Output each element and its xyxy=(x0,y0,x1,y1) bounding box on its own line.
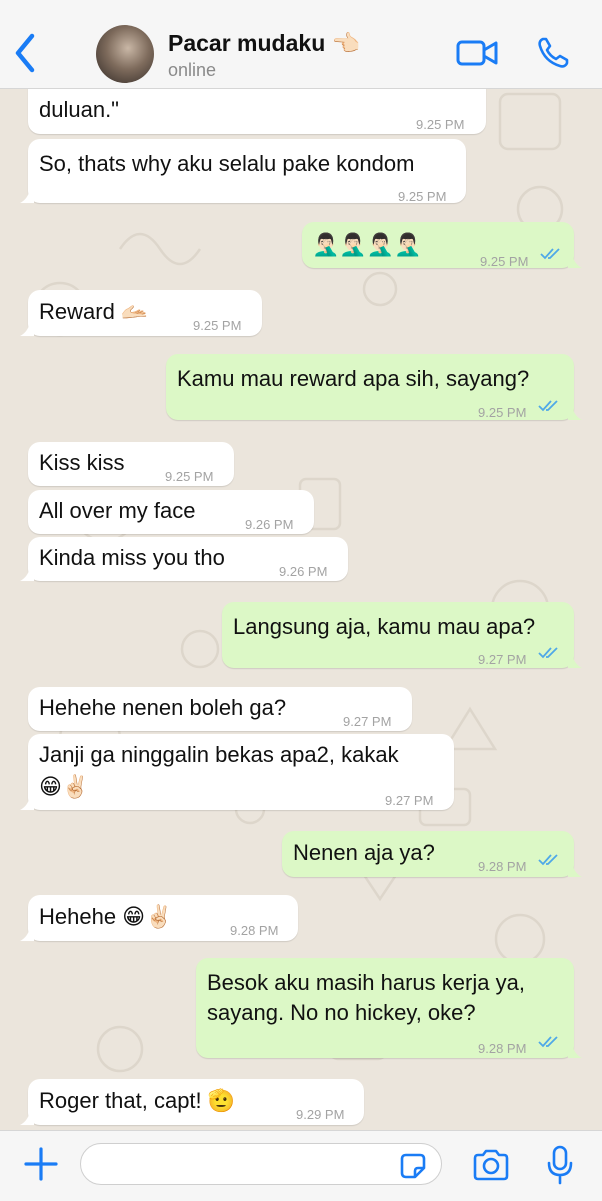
outgoing-message[interactable]: Besok aku masih harus kerja ya, sayang. … xyxy=(196,958,582,1058)
message-time: 9.27 PM xyxy=(385,793,434,808)
bubble-tail xyxy=(568,254,582,268)
message-list[interactable]: duluan." 9.25 PM So, thats why aku selal… xyxy=(0,89,602,1130)
message-time: 9.27 PM xyxy=(478,652,527,667)
message-text: 🤦🏻‍♂️🤦🏻‍♂️🤦🏻‍♂️🤦🏻‍♂️ xyxy=(312,232,422,257)
outgoing-message[interactable]: Langsung aja, kamu mau apa? 9.27 PM xyxy=(222,602,582,668)
message-time: 9.26 PM xyxy=(279,564,328,579)
incoming-message[interactable]: Hehehe nenen boleh ga? 9.27 PM xyxy=(28,687,412,731)
incoming-message[interactable]: Reward 🫴🏻 9.25 PM xyxy=(20,290,262,336)
bubble-tail xyxy=(20,927,34,941)
plus-icon[interactable] xyxy=(22,1145,60,1183)
double-check-icon xyxy=(540,248,560,260)
message-text-line1: Besok aku masih harus kerja ya, xyxy=(207,970,525,995)
back-chevron-icon[interactable] xyxy=(10,30,40,76)
incoming-message[interactable]: duluan." 9.25 PM xyxy=(28,89,486,134)
message-text-line2: 😁✌🏻 xyxy=(39,774,90,799)
message-text-line2: sayang. No no hickey, oke? xyxy=(207,1000,476,1025)
message-time: 9.28 PM xyxy=(230,923,279,938)
sticker-icon[interactable] xyxy=(398,1151,428,1181)
message-text: Langsung aja, kamu mau apa? xyxy=(233,614,536,639)
video-call-icon[interactable] xyxy=(456,38,498,68)
incoming-message[interactable]: All over my face 9.26 PM xyxy=(28,490,314,534)
message-time: 9.25 PM xyxy=(165,469,214,484)
message-text: So, thats why aku selalu pake kondom xyxy=(39,151,415,176)
bubble-tail xyxy=(568,406,582,420)
contact-name[interactable]: Pacar mudaku 👈🏻 xyxy=(168,30,360,57)
bubble-tail xyxy=(568,863,582,877)
phone-icon[interactable] xyxy=(536,36,570,70)
incoming-message[interactable]: Hehehe 😁✌🏻 9.28 PM xyxy=(20,895,298,941)
message-text: Nenen aja ya? xyxy=(293,840,435,865)
message-text: Kiss kiss xyxy=(39,450,125,475)
composer-bar xyxy=(0,1130,602,1201)
message-time: 9.25 PM xyxy=(416,117,465,132)
outgoing-message[interactable]: 🤦🏻‍♂️🤦🏻‍♂️🤦🏻‍♂️🤦🏻‍♂️ 9.25 PM xyxy=(302,222,582,269)
double-check-icon xyxy=(538,400,558,412)
message-text: Roger that, capt! 🫡 xyxy=(39,1088,236,1113)
incoming-message[interactable]: So, thats why aku selalu pake kondom 9.2… xyxy=(20,139,466,204)
incoming-message[interactable]: Kinda miss you tho 9.26 PM xyxy=(20,537,348,581)
message-text: duluan." xyxy=(39,97,119,122)
message-time: 9.26 PM xyxy=(245,517,294,532)
message-text: Hehehe 😁✌🏻 xyxy=(39,904,173,929)
camera-icon[interactable] xyxy=(472,1149,510,1181)
message-time: 9.25 PM xyxy=(193,318,242,333)
chat-header: Pacar mudaku 👈🏻 online xyxy=(0,0,602,89)
outgoing-message[interactable]: Kamu mau reward apa sih, sayang? 9.25 PM xyxy=(166,354,582,420)
message-text: Kinda miss you tho xyxy=(39,545,225,570)
bubble-tail xyxy=(20,189,34,203)
message-time: 9.25 PM xyxy=(480,254,529,269)
incoming-message[interactable]: Roger that, capt! 🫡 9.29 PM xyxy=(20,1079,364,1125)
message-text: Hehehe nenen boleh ga? xyxy=(39,695,287,720)
double-check-icon xyxy=(538,1036,558,1048)
message-input[interactable] xyxy=(80,1143,442,1185)
message-text-line1: Janji ga ninggalin bekas apa2, kakak xyxy=(39,742,399,767)
message-time: 9.25 PM xyxy=(398,189,447,204)
outgoing-message[interactable]: Nenen aja ya? 9.28 PM xyxy=(282,831,582,877)
incoming-message[interactable]: Kiss kiss 9.25 PM xyxy=(28,442,234,486)
message-time: 9.28 PM xyxy=(478,859,527,874)
contact-avatar[interactable] xyxy=(96,25,154,83)
message-text: All over my face xyxy=(39,498,196,523)
bubble-tail xyxy=(20,322,34,336)
bubble-tail xyxy=(20,796,34,810)
bubble-tail xyxy=(20,567,34,581)
microphone-icon[interactable] xyxy=(546,1145,574,1185)
incoming-message[interactable]: Janji ga ninggalin bekas apa2, kakak 😁✌🏻… xyxy=(20,734,454,810)
contact-status: online xyxy=(168,60,217,80)
double-check-icon xyxy=(538,854,558,866)
message-text: Kamu mau reward apa sih, sayang? xyxy=(177,366,530,391)
bubble-tail xyxy=(20,1111,34,1125)
message-time: 9.28 PM xyxy=(478,1041,527,1056)
message-text: Reward 🫴🏻 xyxy=(39,299,149,324)
bubble-tail xyxy=(568,654,582,668)
double-check-icon xyxy=(538,647,558,659)
message-time: 9.27 PM xyxy=(343,714,392,729)
bubble-tail xyxy=(568,1044,582,1058)
message-time: 9.29 PM xyxy=(296,1107,345,1122)
message-time: 9.25 PM xyxy=(478,405,527,420)
